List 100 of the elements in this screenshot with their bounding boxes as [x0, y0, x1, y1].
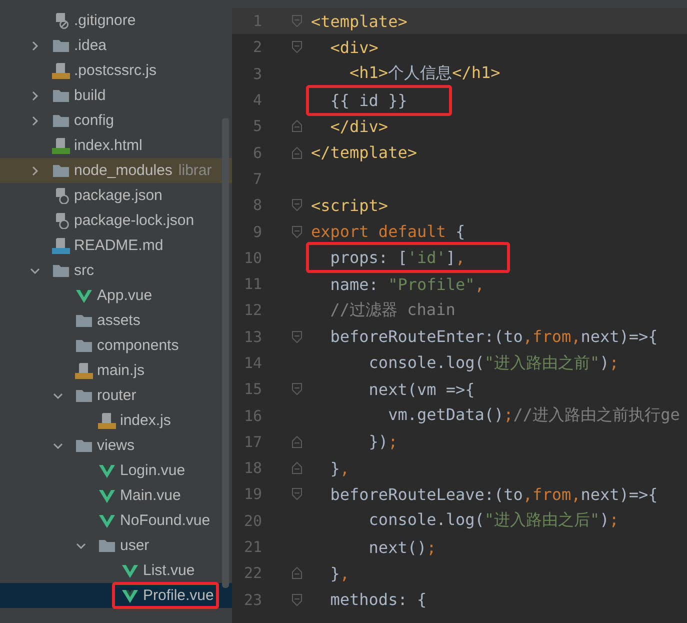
library-root-label: librar: [178, 162, 212, 179]
code-token: <div>: [329, 38, 378, 57]
vue-logo-icon: [121, 588, 139, 604]
code-token: <template>: [311, 12, 408, 31]
file-icon: [52, 238, 70, 254]
code-token: vm.getData(): [387, 405, 504, 424]
file-name[interactable]: README.md: [74, 237, 164, 254]
code-token: <h1>: [348, 63, 388, 82]
file-name[interactable]: NoFound.vue: [120, 512, 210, 529]
code-token: </div>: [329, 116, 388, 136]
vue-logo-icon: [98, 512, 116, 528]
scrollbar[interactable]: [222, 118, 229, 588]
line-number: 8: [252, 196, 262, 214]
code-token: next(): [368, 538, 427, 557]
code-token: name:: [329, 274, 380, 294]
line-number: 17: [242, 432, 262, 451]
code-token: }: [329, 564, 340, 583]
line-number: 23: [242, 590, 262, 609]
file-name[interactable]: Login.vue: [120, 462, 186, 479]
code-token: </h1>: [452, 63, 500, 82]
line-number: 5: [252, 117, 262, 136]
file-name[interactable]: List.vue: [143, 562, 195, 579]
line-number: 21: [242, 538, 262, 556]
line-number: 16: [242, 406, 262, 425]
folder-icon: [75, 338, 93, 354]
file-name[interactable]: package.json: [74, 187, 162, 204]
code-token: //过滤器 chain: [329, 300, 456, 319]
fold-end-icon[interactable]: [292, 146, 302, 159]
code-token: ,: [474, 274, 484, 294]
file-name[interactable]: assets: [97, 312, 140, 329]
fold-end-icon[interactable]: [292, 462, 302, 474]
code-token: {: [454, 222, 466, 242]
fold-icon[interactable]: [292, 15, 302, 28]
vue-logo-icon: [75, 288, 93, 304]
code-token: ): [600, 352, 610, 372]
file-name[interactable]: views: [97, 437, 135, 454]
file-name[interactable]: Main.vue: [120, 487, 181, 504]
fold-icon[interactable]: [292, 383, 302, 396]
file-name[interactable]: .gitignore: [74, 12, 136, 29]
fold-end-icon[interactable]: [292, 120, 302, 132]
line-number: 9: [252, 222, 262, 241]
code-token: ]: [446, 248, 456, 268]
file-name[interactable]: config: [74, 112, 114, 129]
line-number: 20: [242, 512, 262, 530]
file-name[interactable]: components: [97, 337, 179, 354]
code-token: <script>: [311, 196, 388, 215]
line-number: 13: [242, 328, 262, 346]
file-name[interactable]: index.js: [120, 412, 171, 429]
code-token: ,from,: [522, 327, 581, 346]
code-token: "进入路由之后": [484, 510, 600, 530]
code-token: ;: [609, 352, 619, 372]
line-number: 19: [242, 485, 262, 504]
code-token: console.log(: [368, 352, 484, 372]
code-token: ): [600, 510, 610, 530]
code-token: {{ id }}: [329, 90, 408, 110]
fold-icon[interactable]: [292, 199, 302, 212]
fold-icon[interactable]: [292, 488, 302, 500]
line-number: 10: [242, 248, 262, 267]
file-name[interactable]: main.js: [97, 362, 145, 379]
fold-icon[interactable]: [292, 226, 302, 238]
folder-icon: [52, 162, 70, 178]
code-token: export default: [311, 222, 446, 242]
code-token: }: [329, 458, 340, 478]
folder-icon: [52, 112, 70, 128]
code-token: next(vm =>{: [368, 380, 475, 399]
file-name[interactable]: src: [74, 262, 94, 279]
file-name[interactable]: build: [74, 87, 106, 104]
folder-icon: [52, 38, 70, 54]
code-token: "Profile": [388, 274, 475, 294]
line-number: 14: [242, 354, 262, 372]
fold-icon[interactable]: [292, 330, 302, 343]
code-token: ;: [388, 432, 398, 452]
line-number: 15: [242, 380, 262, 398]
file-name[interactable]: .postcssrc.js: [74, 62, 157, 79]
file-name[interactable]: package-lock.json: [74, 212, 194, 229]
fold-end-icon[interactable]: [292, 567, 302, 580]
file-name[interactable]: App.vue: [97, 287, 152, 304]
code-token: //进入路由之前执行ge: [513, 405, 680, 424]
file-name[interactable]: user: [120, 537, 150, 554]
vue-logo-icon: [98, 488, 116, 504]
vue-logo-icon: [98, 462, 116, 478]
code-token: 'id': [407, 248, 446, 268]
vue-logo-icon: [121, 562, 139, 578]
file-name[interactable]: node_modules: [74, 162, 172, 179]
folder-icon: [75, 388, 93, 404]
line-number: 18: [242, 459, 262, 478]
file-name[interactable]: .idea: [74, 37, 107, 54]
line-number: 7: [252, 170, 262, 188]
file-name[interactable]: router: [97, 387, 136, 404]
line-number: 2: [252, 38, 262, 56]
folder-icon: [52, 88, 70, 104]
folder-icon: [75, 312, 93, 328]
code-token: ;: [504, 405, 514, 424]
folder-icon: [52, 262, 70, 278]
file-icon: [52, 138, 70, 154]
code-token: props: [: [329, 248, 408, 268]
file-name[interactable]: index.html: [74, 137, 142, 154]
fold-icon[interactable]: [292, 41, 302, 54]
fold-end-icon[interactable]: [292, 436, 302, 448]
fold-icon[interactable]: [292, 594, 302, 606]
